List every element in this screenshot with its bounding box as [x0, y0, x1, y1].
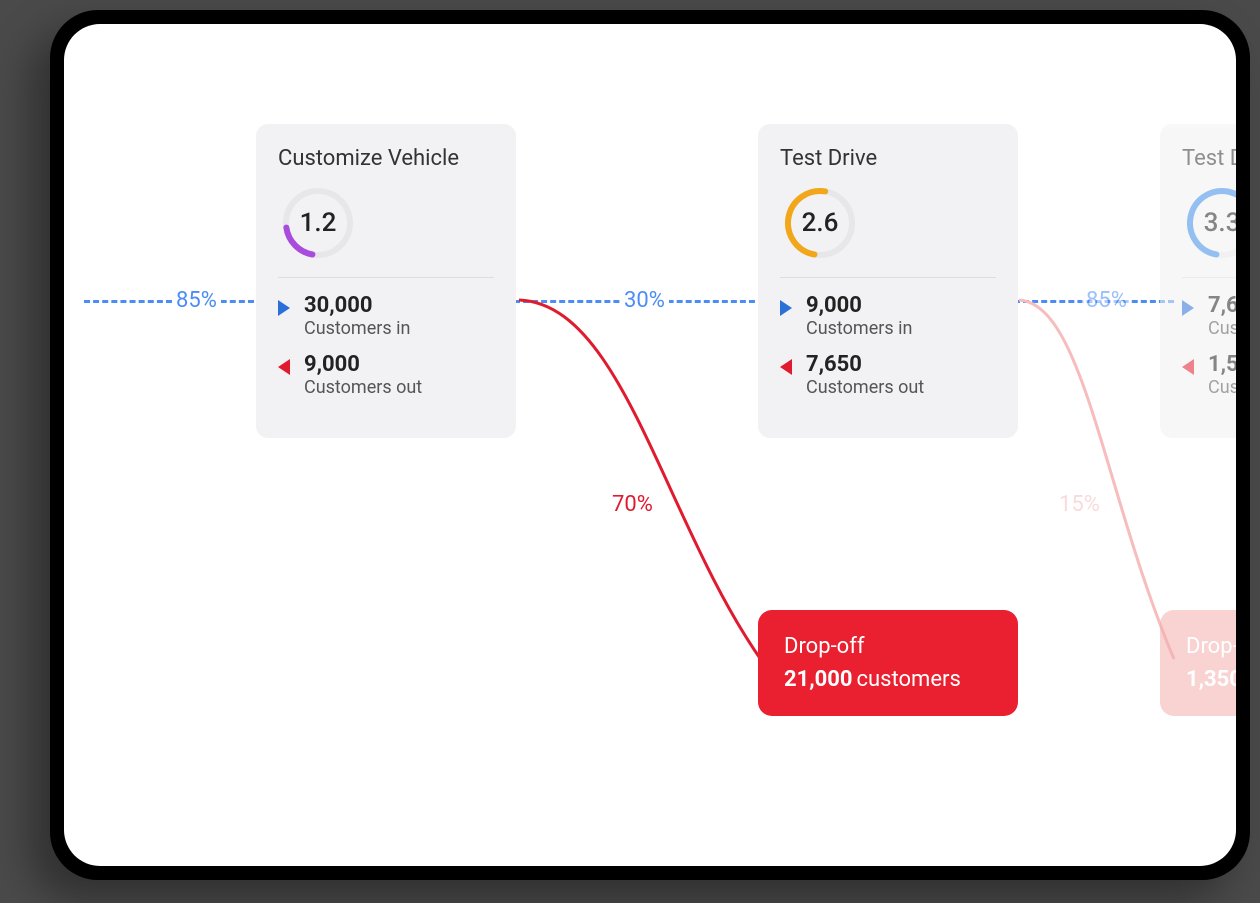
stage-card-test-drive[interactable]: Test Drive 2.6 9,000 Custome: [758, 124, 1018, 438]
dropoff-count: 1,350: [1186, 667, 1236, 692]
triangle-out-icon: [780, 359, 792, 375]
stage-title: Customize Vehicle: [278, 146, 494, 171]
dropoff-curves: [64, 24, 1236, 866]
divider: [1182, 277, 1236, 278]
metric-out-value: 9,000: [304, 353, 422, 377]
metric-out-label: Customers out: [1208, 377, 1236, 398]
connector-line: [84, 300, 254, 303]
screen: ion 85% 30% 85% Customize Vehicle 1.2: [64, 24, 1236, 866]
gauge: 2.6: [780, 183, 860, 263]
metric-in: 7,600 Customers in: [1182, 294, 1236, 339]
metric-out-label: Customers out: [304, 377, 422, 398]
metric-out-label: Customers out: [806, 377, 924, 398]
metric-out: 7,650 Customers out: [780, 353, 996, 398]
dropoff-card[interactable]: Drop-off 21,000 customers: [758, 610, 1018, 716]
connector-percent: 30%: [620, 288, 669, 313]
metric-in-value: 30,000: [304, 294, 410, 318]
dropoff-card[interactable]: Drop-off 1,350 customers: [1160, 610, 1236, 716]
metric-out-value: 1,500: [1208, 353, 1236, 377]
triangle-out-icon: [278, 359, 290, 375]
metric-out-value: 7,650: [806, 353, 924, 377]
dropoff-title: Drop-off: [1186, 634, 1236, 659]
dropoff-unit-text: customers: [857, 667, 961, 692]
metric-out: 9,000 Customers out: [278, 353, 494, 398]
dropoff-percent: 15%: [1059, 492, 1100, 517]
gauge-value: 3.3: [1182, 183, 1236, 263]
dropoff-count: 21,000: [784, 667, 853, 692]
metric-in: 9,000 Customers in: [780, 294, 996, 339]
dropoff-percent: 70%: [612, 492, 653, 517]
metric-out: 1,500 Customers out: [1182, 353, 1236, 398]
connector-percent: 85%: [172, 288, 221, 313]
dropoff-title: Drop-off: [784, 634, 992, 659]
gauge-value: 2.6: [780, 183, 860, 263]
metric-in-label: Customers in: [806, 318, 912, 339]
stage-card-customize-vehicle[interactable]: Customize Vehicle 1.2 30,000: [256, 124, 516, 438]
stage-title: Test Drive: [1182, 146, 1236, 171]
metric-in-value: 9,000: [806, 294, 912, 318]
stage-card-test-drive-2[interactable]: Test Drive 3.3 7,600 Custome: [1160, 124, 1236, 438]
metric-in-label: Customers in: [1208, 318, 1236, 339]
triangle-in-icon: [780, 300, 792, 316]
device-frame: ion 85% 30% 85% Customize Vehicle 1.2: [50, 10, 1250, 880]
triangle-in-icon: [278, 300, 290, 316]
divider: [780, 277, 996, 278]
connector-percent: 85%: [1082, 288, 1131, 313]
metric-in: 30,000 Customers in: [278, 294, 494, 339]
funnel-canvas: ion 85% 30% 85% Customize Vehicle 1.2: [64, 24, 1236, 866]
gauge: 1.2: [278, 183, 358, 263]
triangle-out-icon: [1182, 359, 1194, 375]
gauge: 3.3: [1182, 183, 1236, 263]
divider: [278, 277, 494, 278]
triangle-in-icon: [1182, 300, 1194, 316]
metric-in-label: Customers in: [304, 318, 410, 339]
gauge-value: 1.2: [278, 183, 358, 263]
metric-in-value: 7,600: [1208, 294, 1236, 318]
stage-title: Test Drive: [780, 146, 996, 171]
